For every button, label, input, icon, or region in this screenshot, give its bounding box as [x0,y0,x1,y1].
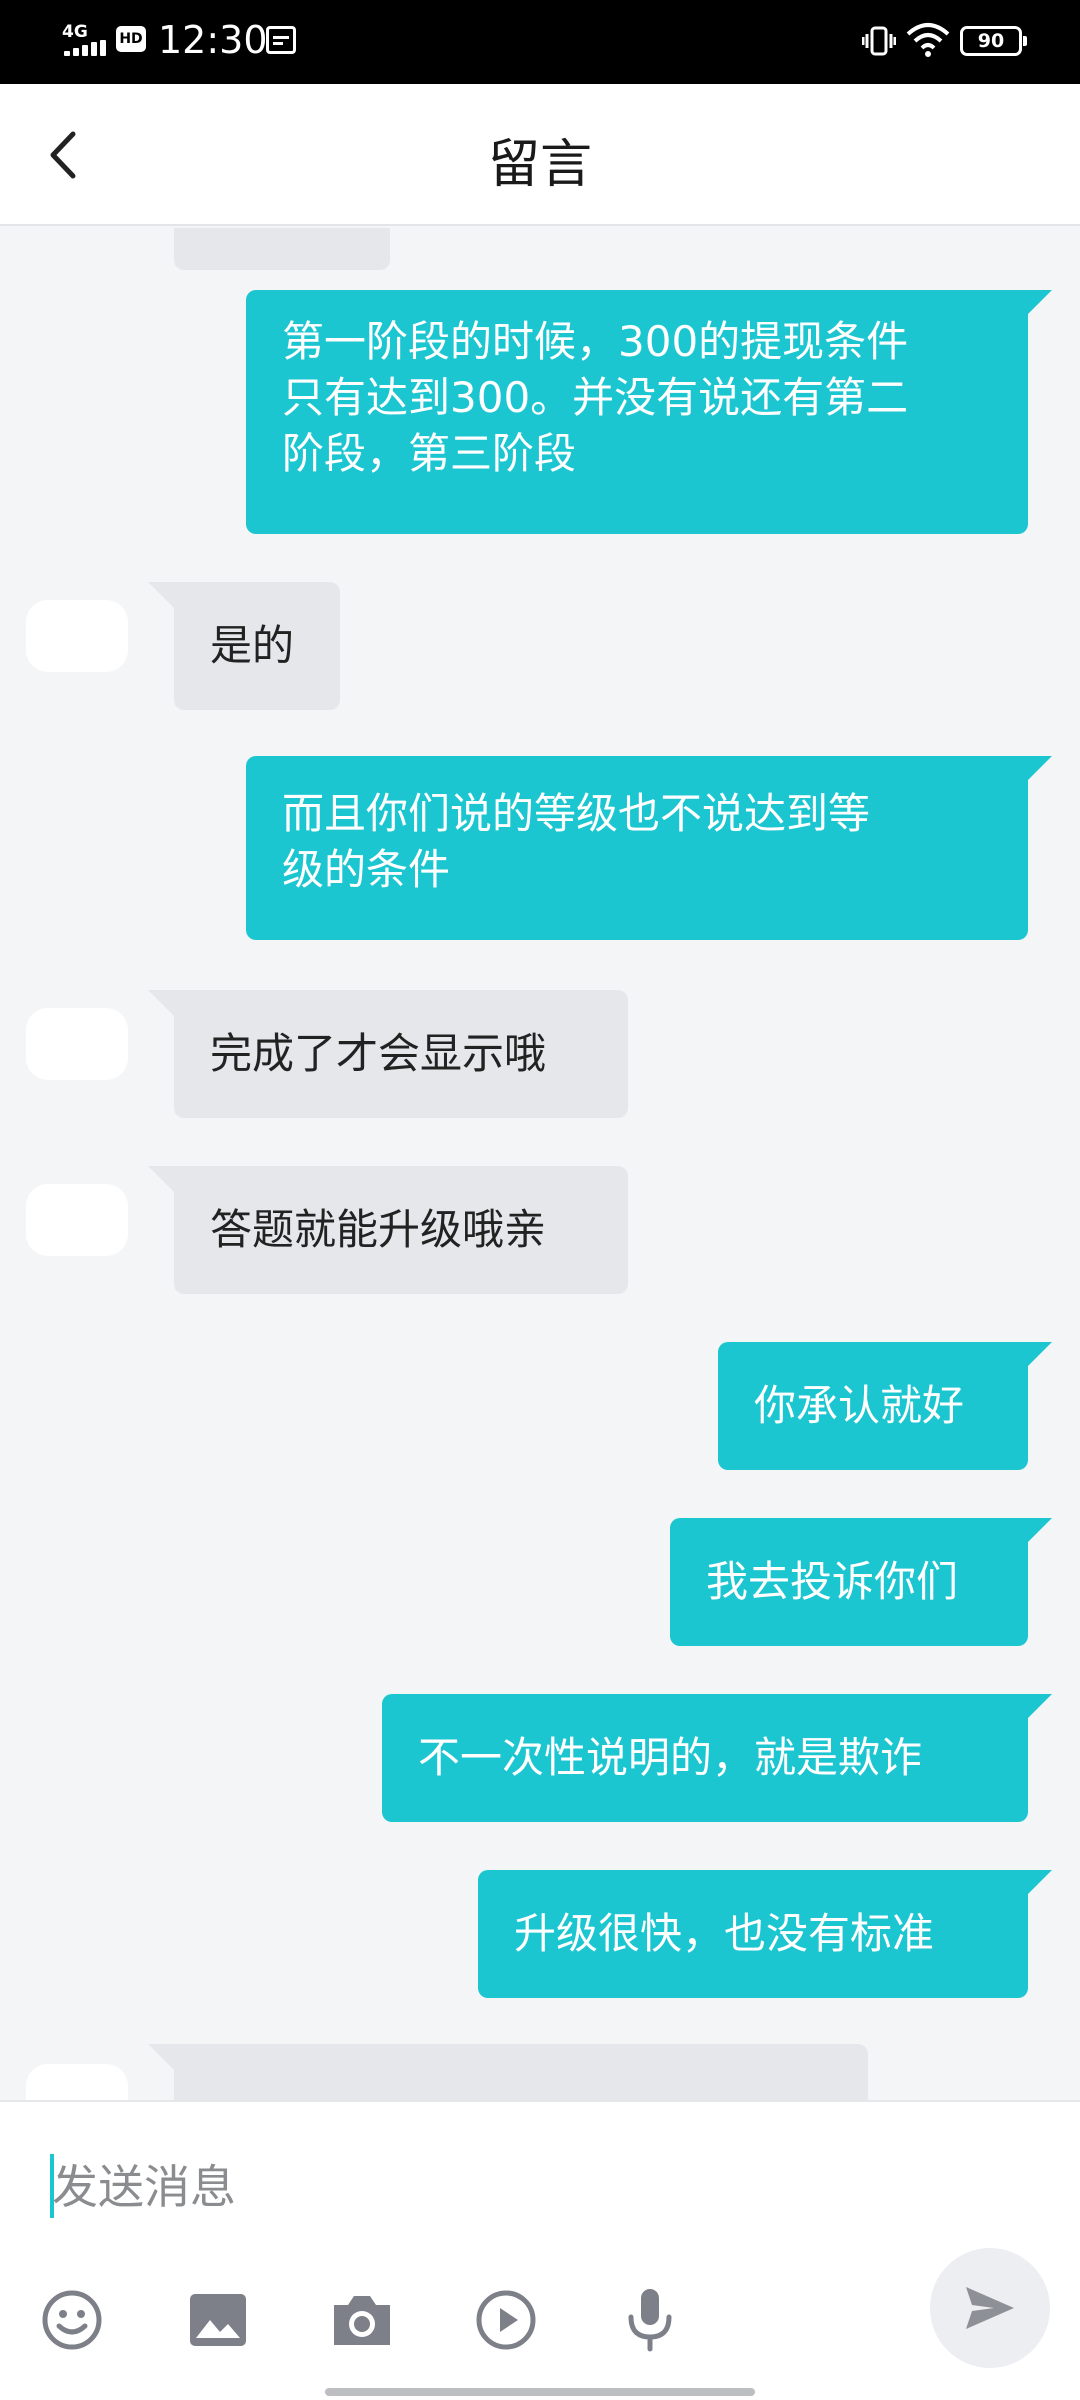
bubble-tail [1026,756,1052,782]
bubble-tail [148,1166,174,1192]
image-icon [190,2294,246,2346]
wifi-icon [906,23,950,57]
home-indicator[interactable] [325,2388,755,2396]
battery-icon: 90 [960,26,1027,56]
message-text: 不一次性说明的，就是欺诈 [418,1733,923,1782]
calendar-icon [266,26,296,54]
video-icon [476,2290,536,2350]
microphone-icon [628,2289,672,2352]
message-text: 你承认就好 [754,1381,965,1430]
bubble-tail [1026,1518,1052,1544]
message-text: 而且你们说的等级也不说达到等 级的条件 [282,789,871,894]
emoji-icon [42,2290,102,2350]
camera-button[interactable] [326,2284,398,2356]
message-bubble-received[interactable]: 完成了才会显示哦 [148,990,628,1118]
message-bubble-sent[interactable]: 升级很快，也没有标准 [478,1870,1052,1998]
message-text: 我去投诉你们 [706,1557,959,1606]
message-bubble-partial [174,228,390,270]
message-bubble-sent[interactable]: 第一阶段的时候，300的提现条件 只有达到300。并没有说还有第二 阶段，第三阶… [246,290,1052,534]
bubble-tail [148,2044,174,2070]
bubble-tail [148,990,174,1016]
page-title: 留言 [487,135,592,195]
header: 留言 [0,84,1080,226]
message-input[interactable] [48,2142,908,2232]
emoji-button[interactable] [36,2284,108,2356]
send-button[interactable] [930,2248,1050,2368]
message-bubble-received[interactable]: 是的 [148,582,340,710]
send-icon [966,2287,1014,2329]
bubble-tail [1026,1694,1052,1720]
avatar[interactable] [26,1184,128,1256]
signal-icon [64,40,108,56]
bubble-tail [1026,1870,1052,1896]
microphone-button[interactable] [614,2284,686,2356]
camera-icon [334,2296,390,2345]
message-bubble-received[interactable]: 答题就能升级哦亲 [148,1166,628,1294]
video-button[interactable] [470,2284,542,2356]
bubble-tail [148,582,174,608]
network-type: 4G [62,22,88,42]
hd-badge: HD [116,26,146,52]
message-list[interactable]: 第一阶段的时候，300的提现条件 只有达到300。并没有说还有第二 阶段，第三阶… [0,228,1080,2100]
message-text: 答题就能升级哦亲 [210,1205,547,1254]
image-button[interactable] [182,2284,254,2356]
status-time: 12:30 [158,18,268,62]
message-bubble-sent[interactable]: 你承认就好 [718,1342,1052,1470]
message-bubble-sent[interactable]: 而且你们说的等级也不说达到等 级的条件 [246,756,1052,940]
message-bubble-partial [148,2044,868,2100]
status-bar: 4G HD 12:30 90 [0,0,1080,84]
message-text: 是的 [210,621,295,670]
message-text: 第一阶段的时候，300的提现条件 只有达到300。并没有说还有第二 阶段，第三阶… [282,317,909,478]
message-bubble-sent[interactable]: 不一次性说明的，就是欺诈 [382,1694,1052,1822]
bubble-tail [1026,290,1052,316]
bubble-tail [1026,1342,1052,1368]
text-cursor [50,2154,54,2218]
message-text: 完成了才会显示哦 [210,1029,547,1078]
avatar[interactable] [26,600,128,672]
avatar[interactable] [26,1008,128,1080]
message-bubble-sent[interactable]: 我去投诉你们 [670,1518,1052,1646]
message-text: 升级很快，也没有标准 [514,1909,935,1958]
vibrate-icon [862,26,896,56]
avatar[interactable] [26,2064,128,2100]
